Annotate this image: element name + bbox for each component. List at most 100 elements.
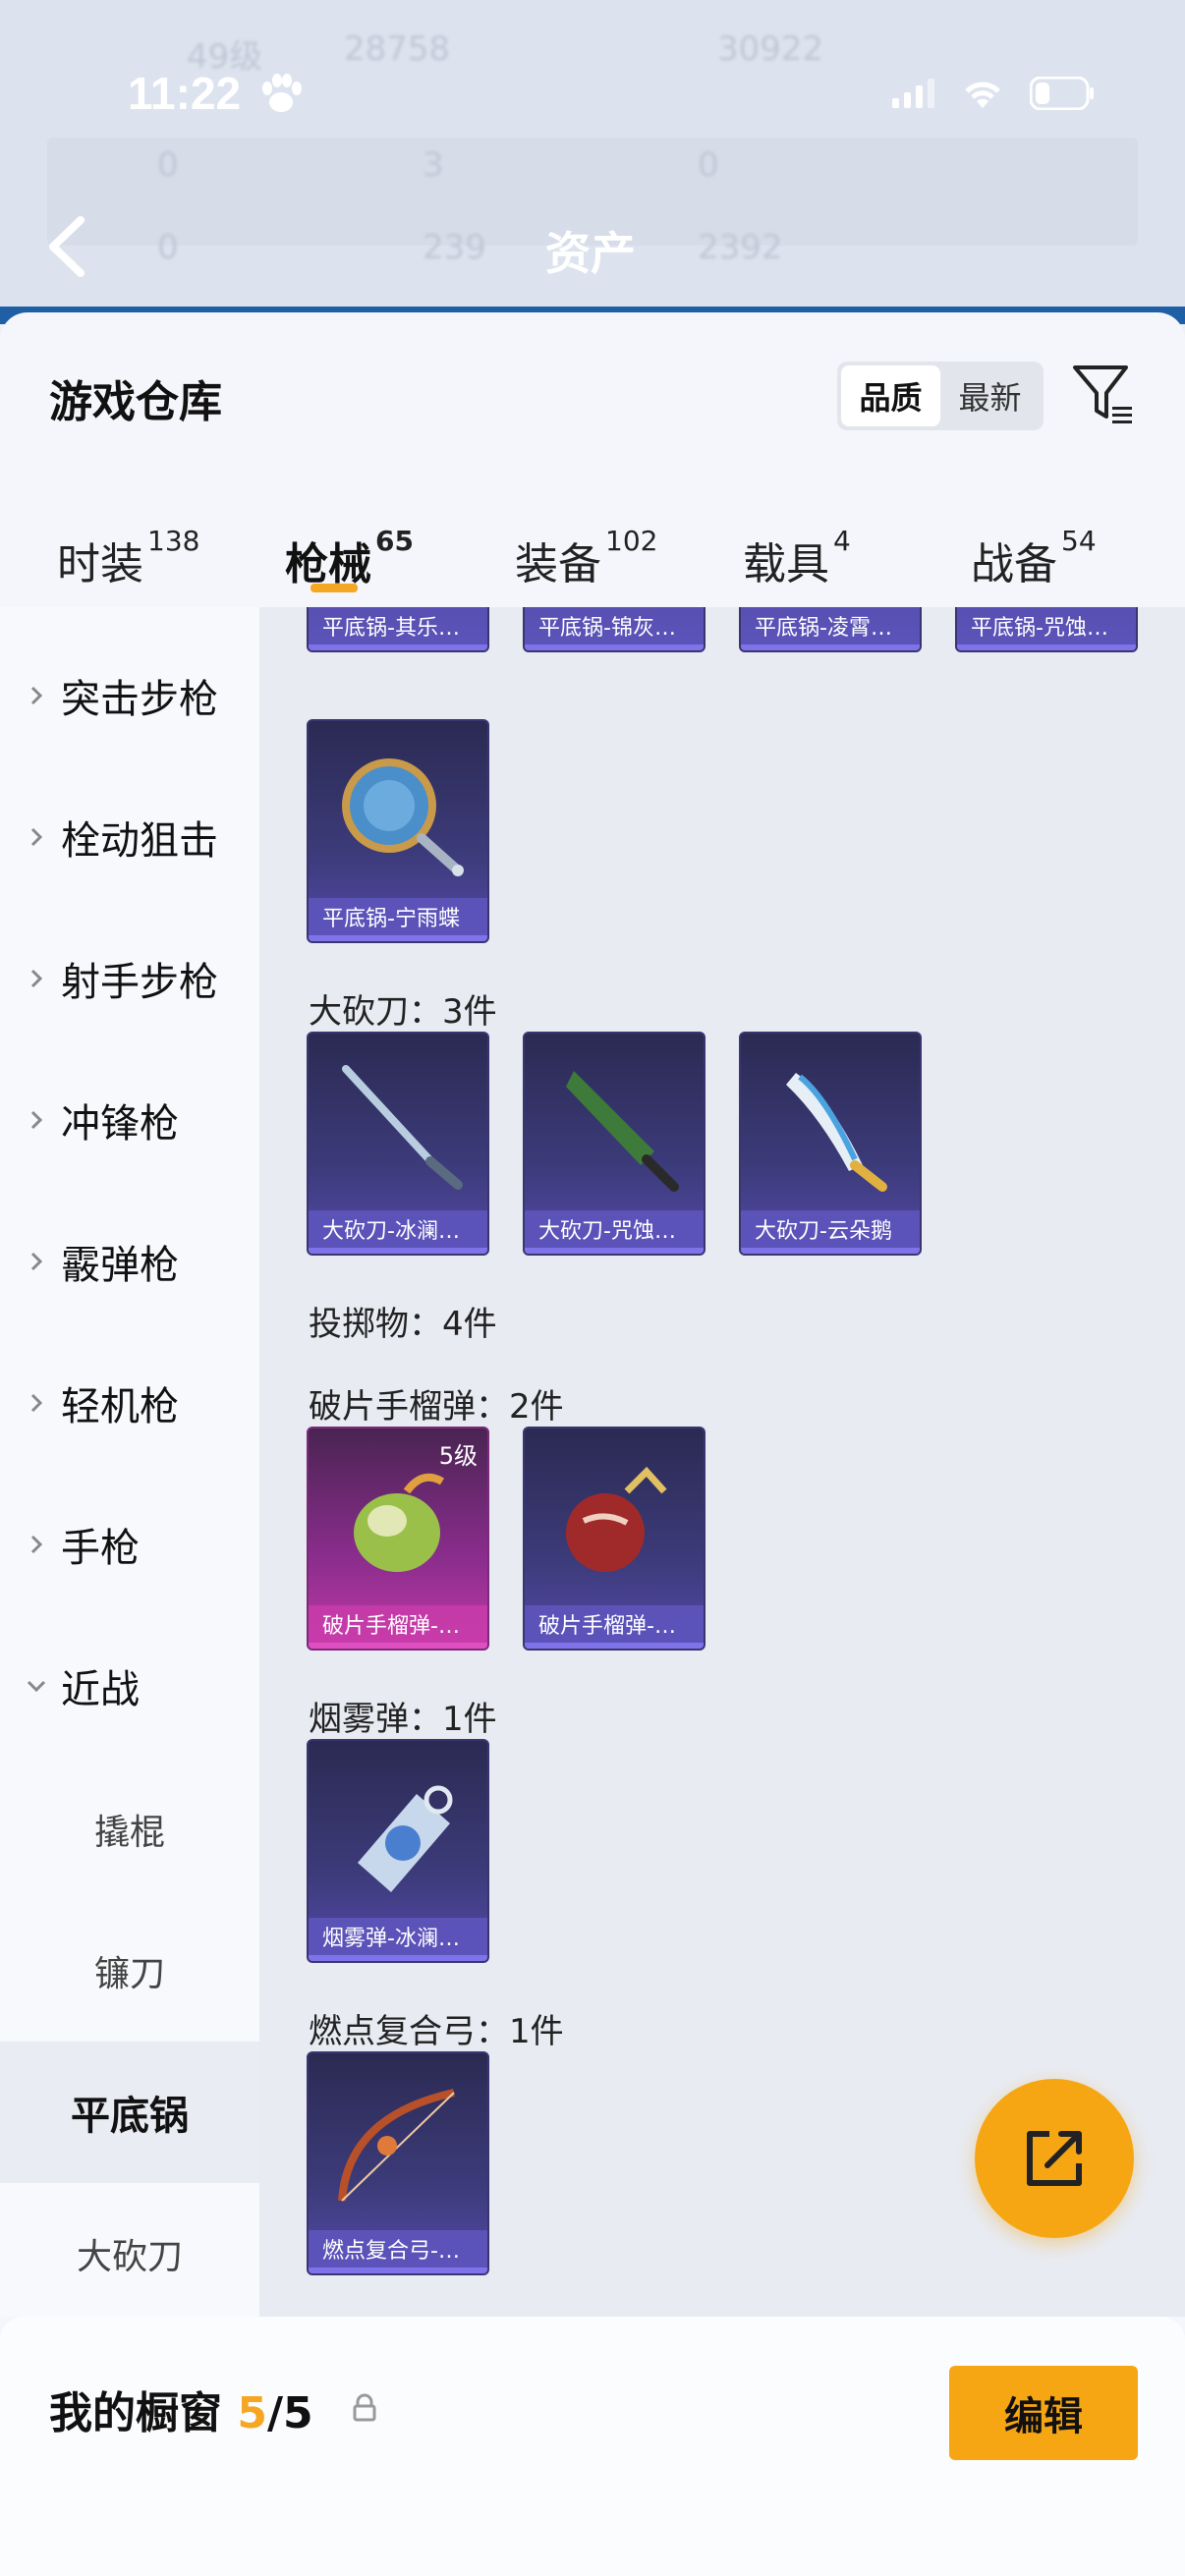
item-card[interactable]: 大砍刀-云朵鹅 bbox=[739, 1032, 922, 1256]
item-card[interactable]: 燃点复合弓-… bbox=[307, 2051, 489, 2275]
grenade-icon bbox=[566, 1466, 667, 1572]
sidebar-item-lmg[interactable]: 轻机枪 bbox=[0, 1334, 259, 1472]
item-card[interactable]: 烟雾弹-冰澜… bbox=[307, 1739, 489, 1963]
item-card[interactable]: 平底锅-凌霄… bbox=[739, 607, 922, 652]
sidebar-item-label: 突击步枪 bbox=[61, 677, 218, 722]
chevron-right-icon bbox=[30, 969, 43, 988]
active-tab-indicator bbox=[310, 584, 358, 592]
showcase-title: 我的橱窗 5/5 bbox=[49, 2378, 313, 2440]
item-card[interactable]: 大砍刀-冰澜… bbox=[307, 1032, 489, 1256]
lock-icon bbox=[353, 2393, 376, 2422]
background-value: 0 bbox=[698, 145, 719, 185]
showcase-label: 我的橱窗 bbox=[49, 2388, 222, 2438]
background-value: 28758 bbox=[344, 29, 451, 69]
sidebar-item-label: 霰弹枪 bbox=[61, 1243, 179, 1288]
sidebar-item-label: 冲锋枪 bbox=[61, 1101, 179, 1147]
machete-icon bbox=[566, 1071, 679, 1192]
item-card[interactable]: 平底锅-其乐… bbox=[307, 607, 489, 652]
sidebar-subitem-crowbar[interactable]: 撬棍 bbox=[0, 1759, 259, 1900]
item-rarity-strip bbox=[309, 644, 487, 650]
sidebar-item-smg[interactable]: 冲锋枪 bbox=[0, 1051, 259, 1189]
sheet-title: 游戏仓库 bbox=[49, 377, 222, 427]
category-sidebar: 突击步枪 栓动狙击 射手步枪 冲锋枪 霰弹枪 轻机枪 手枪 近战 撬棍 镰刀 平… bbox=[0, 607, 259, 2317]
sidebar-item-marksman-rifle[interactable]: 射手步枪 bbox=[0, 910, 259, 1047]
section-label: 烟雾弹：1件 bbox=[309, 1700, 497, 1739]
tab-label: 装备 bbox=[515, 539, 601, 589]
item-card[interactable]: 破片手榴弹-… bbox=[523, 1427, 705, 1651]
background-header: 49级 28758 30922 0 3 0 0 239 2392 11:22 资… bbox=[0, 0, 1185, 324]
warehouse-sheet: 游戏仓库 品质 最新 时装 138 枪械 65 装备 102 载具 4 战备 54 突击步… bbox=[0, 312, 1185, 2576]
tab-firearms[interactable]: 枪械 65 bbox=[285, 525, 414, 591]
grenade-icon bbox=[354, 1473, 445, 1572]
item-rarity-strip bbox=[309, 935, 487, 941]
item-rarity-strip bbox=[309, 1643, 487, 1649]
item-card[interactable]: 平底锅-宁雨蝶 bbox=[307, 719, 489, 943]
tab-count: 102 bbox=[605, 525, 658, 557]
item-card[interactable]: 平底锅-咒蚀… bbox=[955, 607, 1138, 652]
item-card[interactable]: 5级 破片手榴弹-… bbox=[307, 1427, 489, 1651]
chevron-right-icon bbox=[30, 827, 43, 847]
chevron-down-icon bbox=[27, 1680, 46, 1693]
filter-icon[interactable] bbox=[1071, 362, 1136, 426]
sort-option-quality[interactable]: 品质 bbox=[841, 365, 940, 426]
background-value: 0 bbox=[157, 145, 179, 185]
tab-count: 138 bbox=[147, 525, 200, 557]
smoke-grenade-icon bbox=[358, 1785, 453, 1892]
tab-vehicles[interactable]: 载具 4 bbox=[743, 525, 851, 591]
tab-count: 54 bbox=[1061, 525, 1097, 557]
sidebar-item-label: 轻机枪 bbox=[61, 1384, 179, 1429]
machete-icon bbox=[342, 1065, 463, 1190]
background-value: 0 bbox=[157, 228, 179, 267]
sidebar-item-label: 栓动狙击 bbox=[61, 818, 218, 864]
background-value: 239 bbox=[423, 228, 486, 267]
tab-equipment[interactable]: 装备 102 bbox=[515, 525, 657, 591]
sort-option-latest[interactable]: 最新 bbox=[940, 365, 1040, 426]
showcase-bar: 我的橱窗 5/5 编辑 bbox=[0, 2317, 1185, 2576]
sidebar-item-bolt-sniper[interactable]: 栓动狙击 bbox=[0, 768, 259, 906]
share-button[interactable] bbox=[975, 2079, 1134, 2238]
tab-count: 4 bbox=[833, 525, 851, 557]
showcase-count-current: 5 bbox=[237, 2388, 267, 2438]
sidebar-item-shotgun[interactable]: 霰弹枪 bbox=[0, 1193, 259, 1330]
background-value: 3 bbox=[423, 145, 444, 185]
showcase-count-sep: / bbox=[266, 2388, 284, 2438]
item-card[interactable]: 大砍刀-咒蚀… bbox=[523, 1032, 705, 1256]
external-link-icon bbox=[1027, 2131, 1082, 2186]
background-value: 30922 bbox=[717, 29, 824, 69]
section-label: 燃点复合弓：1件 bbox=[309, 2012, 564, 2051]
sidebar-subitem-sickle[interactable]: 镰刀 bbox=[0, 1900, 259, 2042]
back-arrow-icon[interactable] bbox=[45, 214, 88, 279]
item-rarity-strip bbox=[309, 1248, 487, 1254]
item-rarity-strip bbox=[525, 1643, 704, 1649]
sort-toggle: 品质 最新 bbox=[837, 362, 1044, 430]
item-rarity-strip bbox=[309, 2268, 487, 2273]
sidebar-item-label: 近战 bbox=[61, 1667, 140, 1712]
background-value: 2392 bbox=[698, 228, 783, 267]
tab-supplies[interactable]: 战备 54 bbox=[971, 525, 1097, 591]
sidebar-subitem-machete[interactable]: 大砍刀 bbox=[0, 2183, 259, 2324]
signal-icon bbox=[892, 79, 934, 108]
background-page-title: 资产 bbox=[545, 227, 636, 280]
item-rarity-strip bbox=[525, 1248, 704, 1254]
sidebar-item-assault-rifle[interactable]: 突击步枪 bbox=[0, 627, 259, 764]
edit-button[interactable]: 编辑 bbox=[949, 2366, 1138, 2460]
chevron-right-icon bbox=[30, 1393, 43, 1413]
sidebar-item-pistol[interactable]: 手枪 bbox=[0, 1476, 259, 1613]
tab-label: 载具 bbox=[743, 539, 829, 589]
item-grid: 平底锅-其乐… 平底锅-锦灰… 平底锅-凌霄… 平底锅-咒蚀… 平底锅-宁雨蝶 … bbox=[259, 607, 1185, 2317]
frying-pan-icon bbox=[342, 758, 464, 876]
chevron-right-icon bbox=[30, 686, 43, 705]
item-card[interactable]: 平底锅-锦灰… bbox=[523, 607, 705, 652]
tab-label: 时装 bbox=[57, 539, 143, 589]
item-rarity-strip bbox=[741, 1248, 920, 1254]
status-time: 11:22 bbox=[128, 68, 242, 119]
compound-bow-icon bbox=[338, 2089, 455, 2202]
sidebar-item-melee[interactable]: 近战 bbox=[0, 1617, 259, 1755]
section-label: 大砍刀：3件 bbox=[309, 992, 497, 1032]
tab-label: 枪械 bbox=[285, 539, 371, 589]
chevron-right-icon bbox=[30, 1110, 43, 1130]
sidebar-item-label: 射手步枪 bbox=[61, 960, 218, 1005]
paw-icon bbox=[262, 74, 302, 112]
tab-fashion[interactable]: 时装 138 bbox=[57, 525, 199, 591]
sidebar-subitem-frying-pan[interactable]: 平底锅 bbox=[0, 2042, 259, 2183]
